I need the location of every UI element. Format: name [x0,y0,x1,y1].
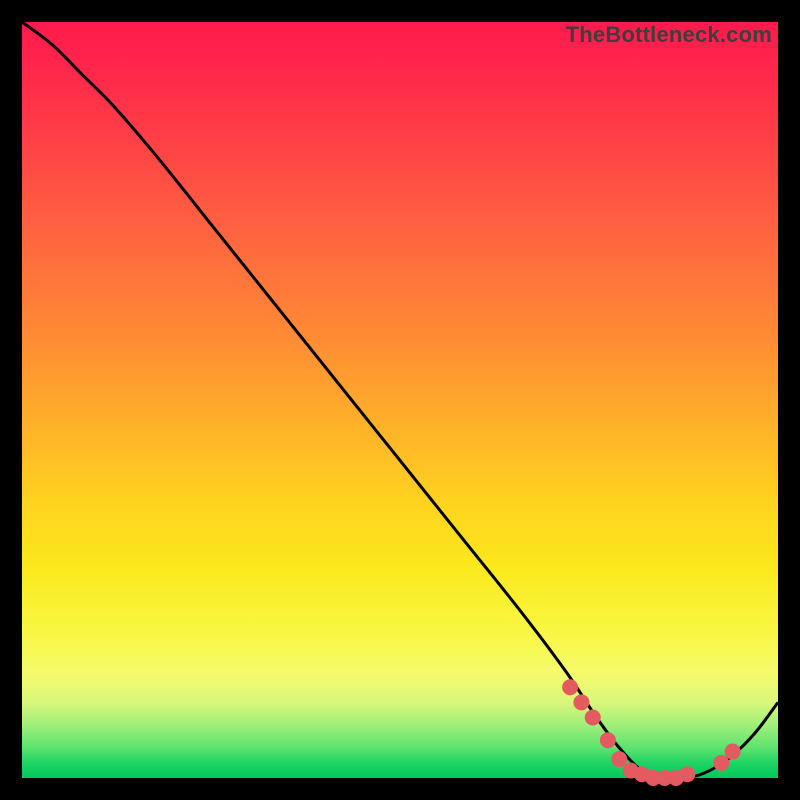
curve-marker [725,744,741,760]
curve-marker [600,732,616,748]
chart-frame: TheBottleneck.com [22,22,778,778]
curve-marker [573,694,589,710]
curve-marker [562,679,578,695]
watermark-text: TheBottleneck.com [566,22,772,48]
curve-marker [679,766,695,782]
curve-marker [713,755,729,771]
curve-marker [611,751,627,767]
bottleneck-curve [22,22,778,779]
chart-svg [22,22,778,778]
curve-marker [585,710,601,726]
